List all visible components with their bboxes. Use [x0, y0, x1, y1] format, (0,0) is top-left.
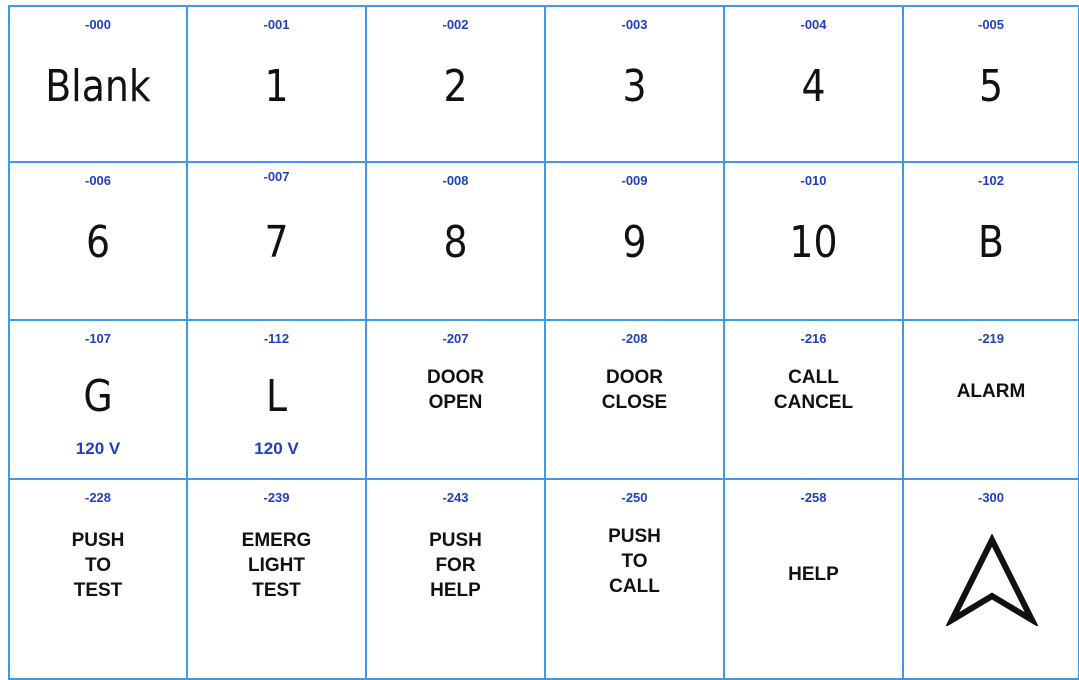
engraving-label: 6 [85, 217, 111, 268]
cell-258: -258 HELP [725, 480, 904, 680]
engraving-text: DOOR CLOSE [546, 365, 723, 415]
up-arrow-outline-icon [946, 534, 1038, 626]
code-label: -009 [621, 173, 648, 188]
engraving-label: G [83, 371, 113, 422]
cell-300: -300 [904, 480, 1079, 680]
engraving-line: OPEN [428, 392, 483, 413]
engraving-text: CALL CANCEL [725, 365, 902, 415]
engraving-grid: -000 Blank -001 1 -002 2 -003 3 -004 4 -… [8, 5, 1079, 680]
code-label: -112 [263, 331, 290, 346]
cell-001: -001 1 [188, 7, 367, 163]
code-label: -007 [263, 169, 290, 184]
cell-208: -208 DOOR CLOSE [546, 321, 725, 480]
engraving-label: 1 [264, 61, 289, 112]
code-label: -219 [977, 331, 1005, 346]
code-label: -010 [800, 173, 827, 188]
code-label: -005 [977, 17, 1005, 32]
engraving-label: 3 [622, 61, 647, 112]
code-label: -243 [442, 490, 469, 505]
code-label: -001 [263, 17, 290, 32]
engraving-line: TEST [252, 580, 301, 601]
engraving-text: PUSH FOR HELP [367, 528, 544, 603]
code-label: -008 [442, 173, 469, 188]
cell-107: -107 G 120 V [10, 321, 188, 480]
code-label: -239 [263, 490, 290, 505]
engraving-line: PUSH [429, 530, 482, 551]
cell-228: -228 PUSH TO TEST [10, 480, 188, 680]
cell-216: -216 CALL CANCEL [725, 321, 904, 480]
engraving-label: 9 [622, 217, 647, 268]
engraving-label: B [978, 217, 1004, 268]
engraving-line: CANCEL [773, 392, 854, 413]
engraving-label: 7 [264, 217, 289, 268]
engraving-label: 2 [443, 61, 468, 112]
engraving-text: EMERG LIGHT TEST [188, 528, 365, 603]
engraving-line: HELP [430, 580, 481, 601]
engraving-line: LIGHT [248, 555, 305, 576]
engraving-line: TEST [73, 580, 123, 601]
engraving-line: CALL [788, 367, 839, 388]
code-label: -250 [621, 490, 648, 505]
engraving-label: 10 [789, 217, 838, 268]
engraving-text: ALARM [904, 379, 1078, 404]
engraving-line: TO [621, 551, 648, 572]
cell-239: -239 EMERG LIGHT TEST [188, 480, 367, 680]
cell-219: -219 ALARM [904, 321, 1079, 480]
engraving-line: DOOR [606, 367, 663, 388]
engraving-text: PUSH TO TEST [10, 528, 186, 603]
cell-005: -005 5 [904, 7, 1079, 163]
engraving-line: EMERG [241, 530, 312, 551]
code-label: -207 [442, 331, 469, 346]
engraving-line: FOR [435, 555, 476, 576]
cell-112: -112 L 120 V [188, 321, 367, 480]
engraving-line: ALARM [956, 381, 1026, 402]
code-label: -006 [84, 173, 112, 188]
cell-007: -007 7 [188, 163, 367, 321]
code-label: -004 [800, 17, 827, 32]
engraving-label: 4 [801, 61, 826, 112]
cell-003: -003 3 [546, 7, 725, 163]
cell-010: -010 10 [725, 163, 904, 321]
code-label: -216 [800, 331, 827, 346]
engraving-text: HELP [725, 562, 902, 587]
engraving-text: DOOR OPEN [367, 365, 544, 415]
cell-243: -243 PUSH FOR HELP [367, 480, 546, 680]
code-label: -003 [621, 17, 648, 32]
code-label: -300 [977, 490, 1005, 505]
cell-006: -006 6 [10, 163, 188, 321]
cell-207: -207 DOOR OPEN [367, 321, 546, 480]
cell-250: -250 PUSH TO CALL [546, 480, 725, 680]
engraving-label: 8 [443, 217, 468, 268]
engraving-line: TO [84, 555, 112, 576]
engraving-line: CLOSE [601, 392, 668, 413]
engraving-label: Blank [45, 61, 151, 112]
code-label: -228 [84, 490, 112, 505]
engraving-label: 5 [978, 61, 1004, 112]
cell-009: -009 9 [546, 163, 725, 321]
voltage-label: 120 V [75, 439, 121, 458]
engraving-line: CALL [609, 576, 660, 597]
engraving-line: HELP [788, 564, 839, 585]
cell-008: -008 8 [367, 163, 546, 321]
code-label: -102 [977, 173, 1005, 188]
code-label: -002 [442, 17, 469, 32]
engraving-text: PUSH TO CALL [546, 524, 723, 599]
engraving-label: L [265, 371, 288, 422]
code-label: -208 [621, 331, 648, 346]
cell-004: -004 4 [725, 7, 904, 163]
code-label: -107 [84, 331, 112, 346]
cell-102: -102 B [904, 163, 1079, 321]
engraving-line: PUSH [608, 526, 661, 547]
code-label: -000 [84, 17, 112, 32]
code-label: -258 [800, 490, 827, 505]
cell-002: -002 2 [367, 7, 546, 163]
engraving-line: DOOR [427, 367, 484, 388]
cell-000: -000 Blank [10, 7, 188, 163]
voltage-label: 120 V [254, 439, 299, 458]
engraving-line: PUSH [71, 530, 125, 551]
